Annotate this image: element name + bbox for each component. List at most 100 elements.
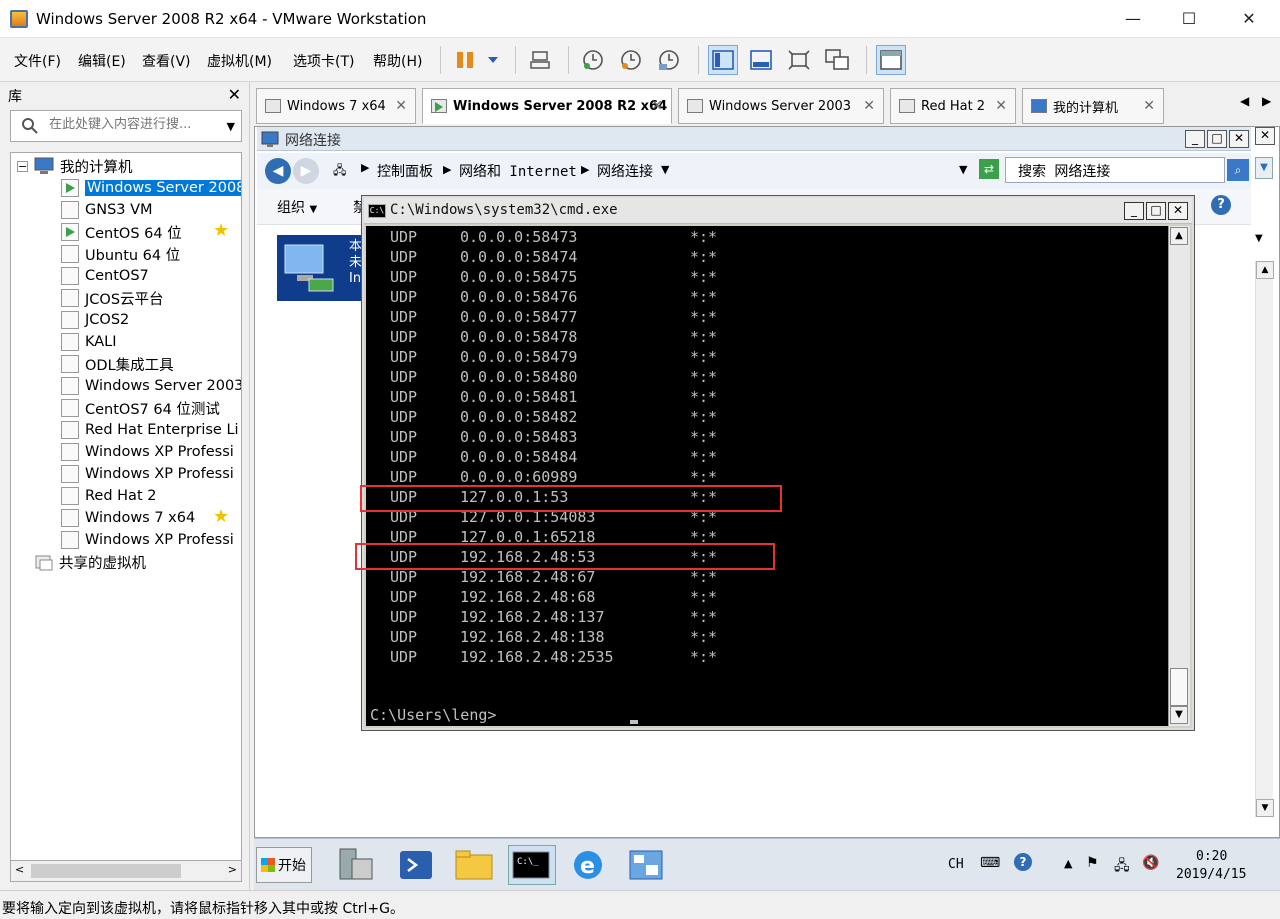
- tree-vm-item[interactable]: CentOS7 64 位测试: [61, 397, 220, 419]
- breadcrumb-control-panel[interactable]: 控制面板: [377, 161, 433, 181]
- cmd-window[interactable]: C:\ C:\Windows\system32\cmd.exe _ □ ✕ C:…: [362, 196, 1194, 730]
- show-library-icon[interactable]: [708, 45, 738, 75]
- tab-windows-7[interactable]: Windows 7 x64 ✕: [256, 88, 416, 124]
- tree-vm-item[interactable]: Windows XP Professi: [61, 529, 234, 551]
- tab-close-icon[interactable]: ✕: [863, 98, 875, 114]
- tree-vm-item[interactable]: Ubuntu 64 位: [61, 243, 180, 265]
- explorer-search-box[interactable]: 搜索 网络连接: [1005, 157, 1225, 183]
- tab-red-hat-2[interactable]: Red Hat 2 ✕: [890, 88, 1016, 124]
- tree-vm-item[interactable]: JCOS云平台: [61, 287, 164, 309]
- tab-close-icon[interactable]: ✕: [1143, 98, 1155, 114]
- explorer-close-button[interactable]: ✕: [1229, 130, 1249, 148]
- tab-windows-server-2003[interactable]: Windows Server 2003 ✕: [678, 88, 884, 124]
- explorer-folder-icon[interactable]: [452, 845, 500, 885]
- revert-snapshot-icon[interactable]: [616, 45, 646, 75]
- tabs-scroll-right-icon[interactable]: ▶: [1262, 94, 1271, 108]
- explorer-vscrollbar[interactable]: ▲ ▼: [1255, 261, 1274, 817]
- menu-file[interactable]: 文件(F): [14, 51, 61, 71]
- scroll-right-icon[interactable]: >: [228, 863, 237, 876]
- keyboard-icon[interactable]: ⌨: [980, 855, 1000, 871]
- tab-close-icon[interactable]: ✕: [651, 98, 663, 114]
- cmd-close-button[interactable]: ✕: [1168, 202, 1188, 220]
- search-icon[interactable]: ⌕: [1227, 159, 1249, 181]
- cmd-scrollbar[interactable]: ▲ ▼: [1168, 226, 1190, 726]
- snapshot-icon[interactable]: [578, 45, 608, 75]
- full-screen-icon[interactable]: [784, 45, 814, 75]
- tree-vm-item[interactable]: CentOS7: [61, 265, 149, 287]
- menu-help[interactable]: 帮助(H): [373, 51, 422, 71]
- tree-vm-item[interactable]: Red Hat Enterprise Li: [61, 419, 239, 441]
- network-tray-icon[interactable]: 🖧: [1114, 855, 1130, 879]
- menu-edit[interactable]: 编辑(E): [78, 51, 126, 71]
- start-button[interactable]: 开始: [256, 847, 312, 883]
- favorite-star-icon[interactable]: ★: [213, 506, 229, 527]
- scroll-down-icon[interactable]: ▼: [1170, 706, 1188, 724]
- outer-close-button[interactable]: ✕: [1255, 127, 1275, 145]
- internet-explorer-icon[interactable]: e: [566, 845, 614, 885]
- tree-root-my-computer[interactable]: − 我的计算机: [17, 155, 133, 177]
- scrollbar-thumb[interactable]: [31, 864, 181, 878]
- menu-tabs[interactable]: 选项卡(T): [293, 51, 354, 71]
- tree-vm-item[interactable]: GNS3 VM: [61, 199, 153, 221]
- help-icon[interactable]: ?: [1014, 853, 1032, 871]
- tree-vm-item[interactable]: Windows XP Professi: [61, 463, 234, 485]
- console-view-icon[interactable]: [876, 45, 906, 75]
- scroll-up-icon[interactable]: ▲: [1170, 227, 1188, 245]
- chevron-down-icon[interactable]: ▼: [959, 163, 967, 176]
- minimize-button[interactable]: —: [1110, 0, 1156, 38]
- show-hidden-icons-icon[interactable]: ▲: [1064, 857, 1072, 870]
- cmd-prompt[interactable]: C:\Users\leng>: [370, 706, 496, 724]
- unity-icon[interactable]: [822, 45, 852, 75]
- chevron-right-icon[interactable]: ▶: [361, 161, 369, 174]
- pause-icon[interactable]: [450, 45, 480, 75]
- scroll-down-icon[interactable]: ▼: [1256, 799, 1274, 817]
- close-button[interactable]: ✕: [1226, 0, 1272, 38]
- snapshot-manager-icon[interactable]: [654, 45, 684, 75]
- powershell-icon[interactable]: [394, 845, 442, 885]
- explorer-minimize-button[interactable]: _: [1185, 130, 1205, 148]
- action-center-flag-icon[interactable]: ⚑: [1086, 855, 1099, 871]
- chevron-down-icon[interactable]: [478, 45, 508, 75]
- chevron-right-icon[interactable]: ▶: [581, 163, 589, 176]
- explorer-maximize-button[interactable]: □: [1207, 130, 1227, 148]
- chevron-down-icon[interactable]: ▼: [661, 163, 669, 176]
- scroll-left-icon[interactable]: <: [15, 863, 24, 876]
- volume-muted-icon[interactable]: 🔇: [1142, 855, 1159, 871]
- chevron-right-icon[interactable]: ▶: [443, 163, 451, 176]
- chevron-down-icon[interactable]: ▼: [227, 120, 235, 133]
- tree-vm-item[interactable]: Windows 7 x64: [61, 507, 195, 529]
- back-icon[interactable]: ◀: [265, 158, 291, 184]
- tree-vm-item[interactable]: ODL集成工具: [61, 353, 174, 375]
- cmd-maximize-button[interactable]: □: [1146, 202, 1166, 220]
- library-search[interactable]: ▼: [10, 110, 242, 142]
- chevron-down-icon[interactable]: ▼: [1255, 157, 1273, 179]
- library-search-input[interactable]: [49, 117, 219, 132]
- refresh-icon[interactable]: ⇄: [979, 159, 999, 179]
- tabs-scroll-left-icon[interactable]: ◀: [1240, 94, 1249, 108]
- forward-icon[interactable]: ▶: [293, 158, 319, 184]
- tree-vm-item[interactable]: Windows Server 2003: [61, 375, 241, 397]
- organize-button[interactable]: 组织 ▼: [277, 197, 317, 217]
- tab-my-computer[interactable]: 我的计算机 ✕: [1022, 88, 1164, 124]
- help-icon[interactable]: ?: [1211, 195, 1231, 215]
- menu-view[interactable]: 查看(V): [142, 51, 191, 71]
- cmd-minimize-button[interactable]: _: [1124, 202, 1144, 220]
- menu-vm[interactable]: 虚拟机(M): [207, 51, 272, 71]
- clock-date[interactable]: 2019/4/15: [1176, 867, 1246, 882]
- tree-vm-item[interactable]: Red Hat 2: [61, 485, 156, 507]
- cmd-output[interactable]: C:\Users\leng> UDP 0.0.0.0:58473 *:* UDP 0.0…: [366, 226, 1168, 726]
- tab-close-icon[interactable]: ✕: [395, 98, 407, 114]
- breadcrumb-network-connections[interactable]: 网络连接: [597, 161, 653, 181]
- maximize-button[interactable]: ☐: [1166, 0, 1212, 38]
- tree-vm-item[interactable]: Windows XP Professi: [61, 441, 234, 463]
- scroll-up-icon[interactable]: ▲: [1256, 261, 1274, 279]
- library-close-icon[interactable]: ✕: [228, 85, 241, 104]
- cmd-taskbar-icon[interactable]: C:\_: [508, 845, 556, 885]
- clock-time[interactable]: 0:20: [1196, 849, 1227, 864]
- send-ctrl-alt-del-icon[interactable]: [525, 45, 555, 75]
- chevron-down-icon[interactable]: ▼: [1255, 233, 1263, 244]
- library-hscrollbar[interactable]: < >: [10, 860, 242, 882]
- tree-vm-item[interactable]: CentOS 64 位: [61, 221, 182, 243]
- control-panel-icon[interactable]: [624, 845, 672, 885]
- tab-close-icon[interactable]: ✕: [995, 98, 1007, 114]
